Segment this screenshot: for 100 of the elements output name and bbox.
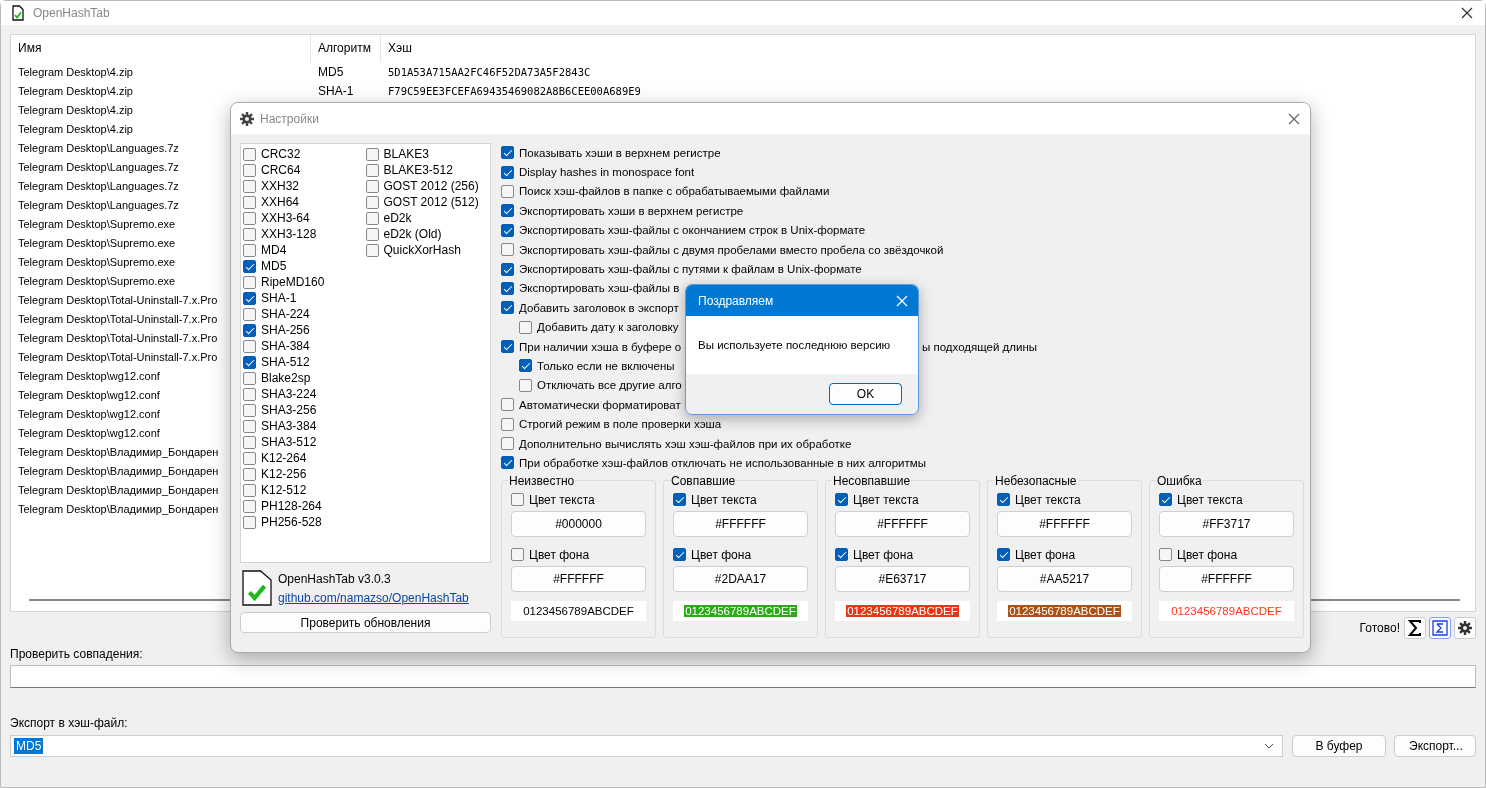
checkbox[interactable]: Цвет фона bbox=[997, 546, 1076, 563]
checkbox[interactable]: GOST 2012 (256) bbox=[365, 178, 479, 194]
checkbox[interactable]: Blake2sp bbox=[243, 370, 311, 386]
checkbox[interactable]: Цвет текста bbox=[1159, 491, 1243, 508]
checkbox[interactable]: Цвет текста bbox=[997, 491, 1081, 508]
sample-text: 0123456789ABCDEF bbox=[1008, 604, 1121, 617]
sigma-icon bbox=[1408, 620, 1422, 636]
checkbox[interactable]: SHA-512 bbox=[243, 354, 310, 370]
checkbox[interactable]: Строгий режим в поле проверки хэша bbox=[501, 417, 722, 431]
checkbox[interactable]: SHA3-384 bbox=[243, 418, 317, 434]
checkbox[interactable]: eD2k bbox=[365, 210, 412, 226]
checkbox[interactable]: Поиск хэш-файлов в папке с обрабатываемыми файлами bbox=[501, 184, 830, 198]
dropdown[interactable]: MD5 bbox=[10, 735, 1283, 757]
input-field[interactable] bbox=[10, 665, 1476, 688]
color-field[interactable]: #FFFFFF bbox=[997, 510, 1132, 537]
checkbox[interactable]: BLAKE3-512 bbox=[365, 162, 453, 178]
color-field[interactable]: #E63717 bbox=[835, 565, 970, 592]
checkbox[interactable]: SHA3-224 bbox=[243, 386, 317, 402]
checkbox[interactable]: PH128-264 bbox=[243, 498, 322, 514]
checkbox[interactable]: XXH3-128 bbox=[243, 226, 317, 242]
table-cell: Telegram Desktop\Languages.7z bbox=[18, 141, 179, 154]
checkbox[interactable]: K12-512 bbox=[243, 482, 307, 498]
caret-icon bbox=[1264, 743, 1274, 749]
checkbox[interactable]: SHA-224 bbox=[243, 306, 310, 322]
checkbox[interactable]: Автоматически форматироват bbox=[501, 398, 681, 412]
color-field[interactable]: #FF3717 bbox=[1159, 510, 1294, 537]
checkbox[interactable]: SHA-384 bbox=[243, 338, 310, 354]
close-icon[interactable] bbox=[1288, 112, 1300, 125]
checkbox[interactable]: eD2k (Old) bbox=[365, 226, 442, 242]
checkbox[interactable]: При обработке хэш-файлов отключать не использованные в них алгоритмы bbox=[501, 456, 926, 470]
checkbox[interactable]: Цвет фона bbox=[835, 546, 914, 563]
checkbox[interactable]: Экспортировать хэши в верхнем регистре bbox=[501, 204, 744, 218]
checkbox[interactable]: QuickXorHash bbox=[365, 242, 461, 258]
checkbox[interactable]: Показывать хэши в верхнем регистре bbox=[501, 146, 721, 160]
sum-button[interactable] bbox=[1429, 617, 1451, 639]
dialog-title: Поздравляем bbox=[698, 293, 774, 308]
checkbox[interactable]: Экспортировать хэш-файлы с окончанием строк в Unix-формате bbox=[501, 223, 866, 237]
checkbox[interactable]: XXH32 bbox=[243, 178, 300, 194]
checkbox[interactable]: CRC32 bbox=[243, 146, 301, 162]
checkbox[interactable]: Добавить дату к заголовку bbox=[519, 320, 679, 334]
checkbox[interactable]: Цвет фона bbox=[673, 546, 752, 563]
checkbox[interactable]: Добавить заголовок в экспорт bbox=[501, 301, 679, 315]
checkbox[interactable]: SHA-256 bbox=[243, 322, 310, 338]
close-icon[interactable] bbox=[1461, 7, 1473, 19]
table-cell: Telegram Desktop\Владимир_Бондарен bbox=[18, 502, 219, 515]
table-cell: Telegram Desktop\wg12.conf bbox=[18, 369, 160, 382]
checkbox[interactable]: Цвет фона bbox=[1159, 546, 1238, 563]
sample-text: 0123456789ABCDEF bbox=[846, 604, 959, 617]
color-field[interactable]: #FFFFFF bbox=[673, 510, 808, 537]
checkbox[interactable]: Цвет текста bbox=[511, 491, 595, 508]
checkbox[interactable]: MD4 bbox=[243, 242, 287, 258]
checkbox[interactable]: CRC64 bbox=[243, 162, 301, 178]
table-cell: Telegram Desktop\Владимир_Бондарен bbox=[18, 464, 219, 477]
checkbox[interactable]: XXH64 bbox=[243, 194, 300, 210]
column-header[interactable]: Хэш bbox=[381, 35, 1475, 62]
table-cell-text: SHA-1 bbox=[317, 83, 355, 98]
checkbox[interactable]: PH256-528 bbox=[243, 514, 322, 530]
table-cell: Telegram Desktop\Владимир_Бондарен bbox=[18, 483, 219, 496]
field-label: Проверить совпадения: bbox=[10, 647, 144, 661]
checkbox[interactable]: RipeMD160 bbox=[243, 274, 325, 290]
checkbox[interactable]: Цвет текста bbox=[835, 491, 919, 508]
button[interactable]: В буфер bbox=[1292, 735, 1386, 757]
checkbox[interactable]: Экспортировать хэш-файлы в bbox=[501, 281, 680, 295]
checkbox[interactable]: Только если не включены bbox=[519, 359, 675, 373]
checkbox[interactable]: Экспортировать хэш-файлы с двумя пробелами вместо пробела со звёздочкой bbox=[501, 243, 944, 257]
color-field[interactable]: #000000 bbox=[511, 510, 646, 537]
checkbox[interactable]: Цвет фона bbox=[511, 546, 590, 563]
table-cell: Telegram Desktop\Languages.7z bbox=[18, 160, 179, 173]
link[interactable]: github.com/namazso/OpenHashTab bbox=[278, 590, 469, 605]
color-field[interactable]: #2DAA17 bbox=[673, 565, 808, 592]
checkbox[interactable]: K12-264 bbox=[243, 450, 307, 466]
checkbox[interactable]: BLAKE3 bbox=[365, 146, 429, 162]
table-cell: Telegram Desktop\4.zip bbox=[18, 65, 133, 78]
checkbox[interactable]: При наличии хэша в буфере о bbox=[501, 340, 682, 354]
color-field[interactable]: #FFFFFF bbox=[835, 510, 970, 537]
color-field[interactable]: #FFFFFF bbox=[511, 565, 646, 592]
checkbox[interactable]: SHA3-256 bbox=[243, 402, 317, 418]
checkbox[interactable]: SHA3-512 bbox=[243, 434, 317, 450]
checkbox[interactable]: Дополнительно вычислять хэш хэш-файлов при их обработке bbox=[501, 437, 852, 451]
checkbox[interactable]: Отключать все другие алго bbox=[519, 378, 682, 392]
checkbox[interactable]: Display hashes in monospace font bbox=[501, 165, 695, 179]
column-header[interactable]: Имя bbox=[11, 35, 311, 62]
table-cell: Telegram Desktop\Supremo.exe bbox=[18, 217, 176, 230]
button[interactable]: Проверить обновления bbox=[240, 612, 491, 633]
checkbox[interactable]: GOST 2012 (512) bbox=[365, 194, 479, 210]
checkbox[interactable]: XXH3-64 bbox=[243, 210, 310, 226]
column-header[interactable]: Алгоритм bbox=[311, 35, 381, 62]
checkbox[interactable]: Цвет текста bbox=[673, 491, 757, 508]
color-field[interactable]: #AA5217 bbox=[997, 565, 1132, 592]
table-cell: Telegram Desktop\4.zip bbox=[18, 122, 133, 135]
checkbox[interactable]: SHA-1 bbox=[243, 290, 297, 306]
sum-button[interactable] bbox=[1404, 617, 1426, 639]
message-text: Вы используете последнюю версию bbox=[698, 339, 891, 351]
checkbox[interactable]: Экспортировать хэш-файлы с путями к файлам в Unix-формате bbox=[501, 262, 862, 276]
ok-button[interactable]: OK bbox=[829, 383, 902, 405]
settings-button[interactable] bbox=[1454, 617, 1476, 639]
checkbox[interactable]: MD5 bbox=[243, 258, 287, 274]
color-field[interactable]: #FFFFFF bbox=[1159, 565, 1294, 592]
checkbox[interactable]: K12-256 bbox=[243, 466, 307, 482]
button[interactable]: Экспорт... bbox=[1394, 735, 1476, 757]
